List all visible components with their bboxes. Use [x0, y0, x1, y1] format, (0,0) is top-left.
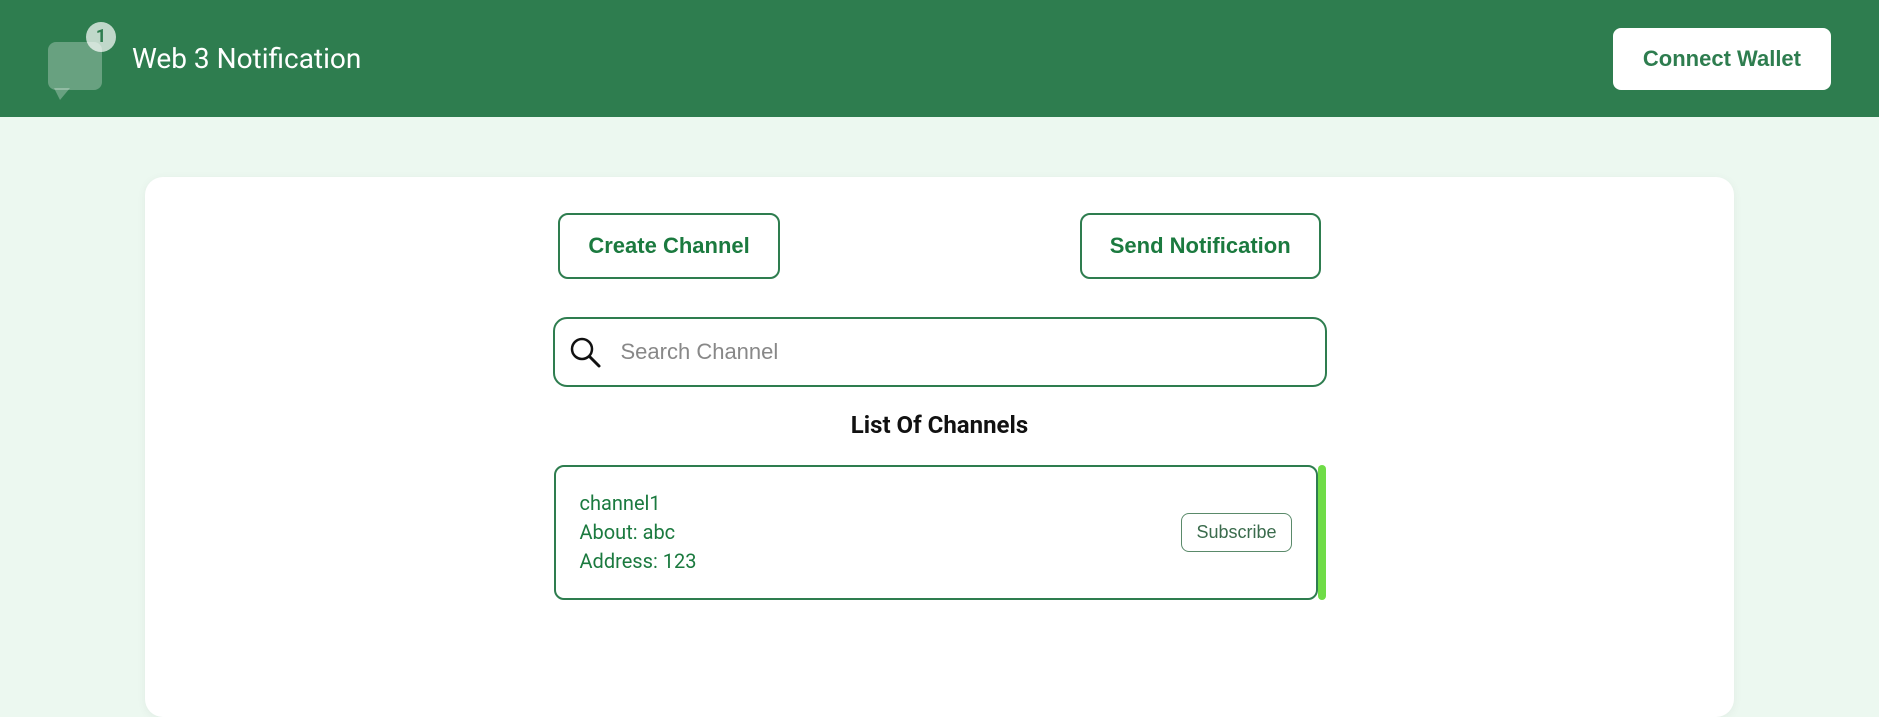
app-title: Web 3 Notification	[132, 42, 361, 75]
channel-address: Address: 123	[580, 547, 697, 576]
badge-count: 1	[96, 26, 106, 47]
search-container	[553, 317, 1327, 387]
main-content: Create Channel Send Notification List Of…	[0, 117, 1879, 717]
list-of-channels-title: List Of Channels	[145, 411, 1734, 439]
content-card: Create Channel Send Notification List Of…	[145, 177, 1734, 717]
create-channel-button[interactable]: Create Channel	[558, 213, 779, 279]
send-notification-button[interactable]: Send Notification	[1080, 213, 1321, 279]
search-icon	[567, 334, 603, 370]
connect-wallet-button[interactable]: Connect Wallet	[1613, 28, 1831, 90]
header-left: 1 Web 3 Notification	[48, 28, 361, 90]
action-buttons-row: Create Channel Send Notification	[145, 213, 1734, 279]
channel-row: channel1 About: abc Address: 123 Subscri…	[554, 465, 1318, 600]
notification-badge: 1	[86, 22, 116, 52]
app-header: 1 Web 3 Notification Connect Wallet	[0, 0, 1879, 117]
scrollbar-thumb[interactable]	[1318, 465, 1326, 600]
subscribe-button[interactable]: Subscribe	[1181, 513, 1291, 552]
channel-name: channel1	[580, 489, 697, 518]
channel-info: channel1 About: abc Address: 123	[580, 489, 697, 576]
channel-about: About: abc	[580, 518, 697, 547]
channels-list: channel1 About: abc Address: 123 Subscri…	[554, 465, 1326, 600]
app-logo-icon: 1	[48, 28, 110, 90]
search-channel-input[interactable]	[621, 339, 1313, 365]
